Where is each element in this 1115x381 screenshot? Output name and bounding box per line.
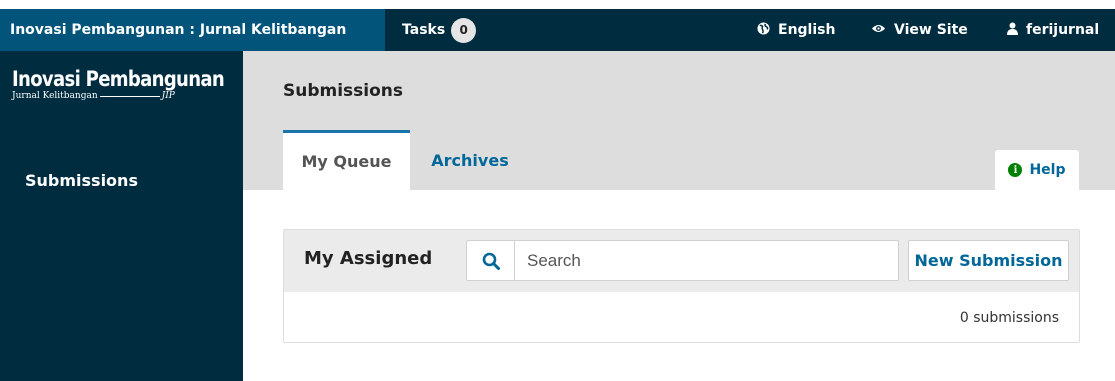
tasks-label: Tasks [402, 22, 446, 38]
language-label: English [778, 22, 836, 38]
page-title: Submissions [283, 81, 404, 101]
search-icon [482, 252, 500, 270]
tasks-button[interactable]: Tasks 0 [402, 9, 477, 51]
sidebar: Inovasi Pembangunan Jurnal Kelitbangan J… [0, 51, 243, 381]
my-assigned-panel: My Assigned New Submission 0 submissions [283, 229, 1080, 343]
search-box [466, 240, 899, 281]
help-button[interactable]: i Help [995, 150, 1079, 190]
language-menu[interactable]: English [757, 9, 835, 51]
username-label: ferijurnal [1026, 22, 1100, 38]
submissions-count: 0 submissions [959, 310, 1059, 326]
search-input[interactable] [515, 241, 898, 280]
view-site-label: View Site [894, 22, 968, 38]
journal-name-link[interactable]: Inovasi Pembangunan : Jurnal Kelitbangan [0, 9, 385, 51]
panel-title: My Assigned [304, 248, 433, 269]
page-header: Submissions My Queue Archives i Help [243, 51, 1115, 190]
tab-my-queue[interactable]: My Queue [283, 130, 410, 190]
logo-title: Inovasi Pembangunan [12, 67, 225, 91]
logo-divider [99, 96, 160, 97]
sidebar-item-submissions[interactable]: Submissions [25, 171, 138, 190]
search-button[interactable] [467, 241, 515, 280]
info-icon: i [1008, 163, 1023, 177]
tasks-count-badge: 0 [451, 17, 477, 43]
top-navbar: Inovasi Pembangunan : Jurnal Kelitbangan… [0, 9, 1115, 51]
panel-header: My Assigned New Submission [284, 230, 1079, 292]
logo-suffix: JIP [161, 91, 175, 101]
journal-name: Inovasi Pembangunan : Jurnal Kelitbangan [10, 22, 347, 38]
tab-archives[interactable]: Archives [415, 130, 525, 190]
user-icon [1007, 22, 1018, 39]
new-submission-button[interactable]: New Submission [908, 240, 1069, 281]
logo-subtitle: Jurnal Kelitbangan [12, 91, 98, 101]
journal-logo[interactable]: Inovasi Pembangunan Jurnal Kelitbangan J… [6, 67, 238, 123]
view-site-link[interactable]: View Site [871, 9, 968, 51]
user-menu[interactable]: ferijurnal [1007, 9, 1099, 51]
help-label: Help [1029, 162, 1066, 178]
eye-icon [871, 23, 886, 38]
globe-icon [757, 21, 770, 39]
